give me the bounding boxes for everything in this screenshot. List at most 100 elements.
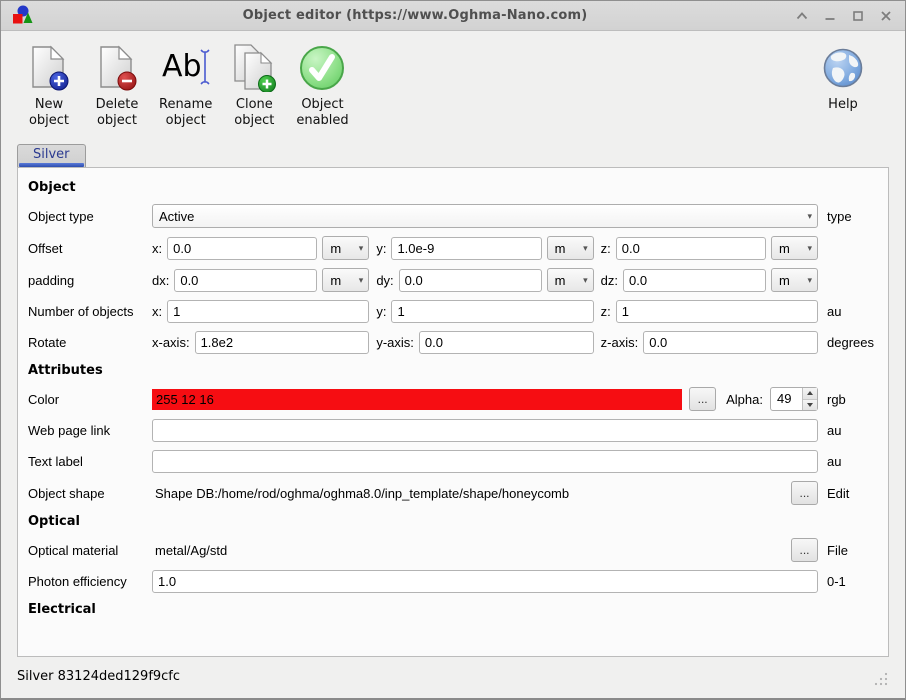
globe-icon xyxy=(821,43,865,93)
number-x-input[interactable] xyxy=(167,300,370,323)
clone-object-label: Clone object xyxy=(234,97,275,128)
delete-object-label: Delete object xyxy=(95,97,139,128)
color-value: 255 12 16 xyxy=(156,391,214,407)
text-label-input[interactable] xyxy=(152,450,818,473)
titlebar: Object editor (https://www.Oghma-Nano.co… xyxy=(1,1,905,31)
number-y-input[interactable] xyxy=(391,300,594,323)
web-page-link-unit: au xyxy=(827,423,842,438)
padding-dx-sublabel: dx: xyxy=(152,272,170,288)
rotate-y-axis-input[interactable] xyxy=(418,331,594,354)
number-of-objects-unit: au xyxy=(827,304,842,319)
rename-object-button[interactable]: Ab Rename object xyxy=(159,43,212,128)
alpha-spinbox[interactable]: 49 xyxy=(770,387,818,411)
close-button[interactable] xyxy=(879,9,893,23)
chevron-down-icon: ▾ xyxy=(358,274,364,285)
offset-x-sublabel: x: xyxy=(152,240,163,256)
rename-text-cursor-icon: Ab xyxy=(160,43,212,93)
web-page-link-input[interactable] xyxy=(152,419,818,442)
triangle-down-icon xyxy=(807,402,813,407)
clone-object-button[interactable]: Clone object xyxy=(228,43,280,128)
status-text: Silver 83124ded129f9cfc xyxy=(17,669,181,684)
chevron-down-icon: ▾ xyxy=(807,242,812,253)
rotate-unit: degrees xyxy=(827,335,874,350)
color-unit: rgb xyxy=(827,391,846,407)
oghma-logo-icon xyxy=(13,5,33,23)
new-object-label: New object xyxy=(28,97,70,128)
minimize-icon xyxy=(825,17,835,20)
object-type-unit: type xyxy=(827,208,852,224)
padding-dz-unit-combo[interactable]: m ▾ xyxy=(770,268,818,292)
rotate-z-axis-input[interactable] xyxy=(643,331,818,354)
tabbar: Silver xyxy=(17,144,889,167)
offset-z-input[interactable] xyxy=(615,236,766,260)
row-text-label: Text label au xyxy=(28,450,880,473)
padding-dz-sublabel: dz: xyxy=(600,272,618,288)
object-shape-value: Shape DB:/home/rod/oghma/oghma8.0/inp_te… xyxy=(155,485,570,501)
text-label-label: Text label xyxy=(28,454,83,469)
rotate-y-axis-sublabel: y-axis: xyxy=(376,335,414,350)
object-type-combo[interactable]: Active ▾ xyxy=(152,204,818,228)
row-photon-efficiency: Photon efficiency 0-1 xyxy=(28,570,880,593)
optical-material-label: Optical material xyxy=(28,542,119,558)
chevron-down-icon: ▾ xyxy=(358,242,364,253)
photon-efficiency-unit: 0-1 xyxy=(827,574,846,589)
padding-label: padding xyxy=(28,272,75,288)
object-shape-browse-button[interactable]: ... xyxy=(791,481,818,505)
rotate-x-axis-input[interactable] xyxy=(194,331,370,354)
alpha-spin-up-button[interactable] xyxy=(803,388,817,400)
number-of-objects-label: Number of objects xyxy=(28,304,134,319)
new-object-button[interactable]: New object xyxy=(23,43,75,128)
chevron-down-icon: ▾ xyxy=(807,274,812,285)
offset-x-unit-combo[interactable]: m ▾ xyxy=(322,236,370,260)
rotate-x-axis-sublabel: x-axis: xyxy=(152,335,190,350)
chevron-up-icon xyxy=(796,11,808,19)
alpha-spin-down-button[interactable] xyxy=(803,399,817,410)
shade-button[interactable] xyxy=(795,9,809,23)
photon-efficiency-label: Photon efficiency xyxy=(28,574,127,589)
delete-object-button[interactable]: Delete object xyxy=(91,43,143,128)
row-optical-material: Optical material metal/Ag/std ... File xyxy=(28,538,880,562)
padding-dy-unit-combo[interactable]: m ▾ xyxy=(546,268,594,292)
form-panel: Object Object type Active ▾ type Offset … xyxy=(17,167,889,657)
rotate-label: Rotate xyxy=(28,335,67,350)
section-attributes: Attributes xyxy=(28,363,103,378)
delete-document-icon xyxy=(94,43,140,93)
row-offset: Offset x: m ▾ y: m ▾ xyxy=(28,236,880,260)
object-enabled-button[interactable]: Object enabled xyxy=(296,43,349,128)
optical-material-unit: File xyxy=(827,542,848,558)
chevron-down-icon: ▾ xyxy=(807,210,812,221)
window-title: Object editor (https://www.Oghma-Nano.co… xyxy=(242,8,588,23)
photon-efficiency-input[interactable] xyxy=(152,570,818,593)
row-padding: padding dx: m ▾ dy: m ▾ xyxy=(28,268,880,292)
color-browse-button[interactable]: ... xyxy=(689,387,717,411)
alpha-value: 49 xyxy=(777,391,792,406)
minimize-button[interactable] xyxy=(823,9,837,23)
section-electrical: Electrical xyxy=(28,602,96,617)
rotate-z-axis-sublabel: z-axis: xyxy=(600,335,639,350)
row-rotate: Rotate x-axis: y-axis: z-axis: degrees xyxy=(28,331,880,354)
row-object-shape: Object shape Shape DB:/home/rod/oghma/og… xyxy=(28,481,880,505)
object-enabled-label: Object enabled xyxy=(296,97,349,128)
object-type-label: Object type xyxy=(28,208,94,224)
offset-y-input[interactable] xyxy=(391,236,542,260)
maximize-button[interactable] xyxy=(851,9,865,23)
triangle-up-icon xyxy=(807,391,813,396)
offset-z-unit-combo[interactable]: m ▾ xyxy=(770,236,818,260)
section-optical: Optical xyxy=(28,514,80,529)
resize-grip[interactable] xyxy=(873,671,889,687)
statusbar: Silver 83124ded129f9cfc xyxy=(17,669,905,684)
offset-x-input[interactable] xyxy=(167,236,318,260)
row-object-type: Object type Active ▾ type xyxy=(28,204,880,228)
number-z-input[interactable] xyxy=(615,300,818,323)
padding-dy-input[interactable] xyxy=(398,268,542,292)
padding-dz-input[interactable] xyxy=(623,268,766,292)
optical-material-browse-button[interactable]: ... xyxy=(791,538,818,562)
padding-dx-input[interactable] xyxy=(174,268,318,292)
section-object: Object xyxy=(28,180,76,195)
offset-y-unit-combo[interactable]: m ▾ xyxy=(546,236,594,260)
help-button[interactable]: Help xyxy=(817,43,869,113)
maximize-icon xyxy=(853,10,863,21)
padding-dx-unit-combo[interactable]: m ▾ xyxy=(322,268,370,292)
color-swatch[interactable]: 255 12 16 xyxy=(152,388,683,410)
tab-silver[interactable]: Silver xyxy=(17,144,86,167)
